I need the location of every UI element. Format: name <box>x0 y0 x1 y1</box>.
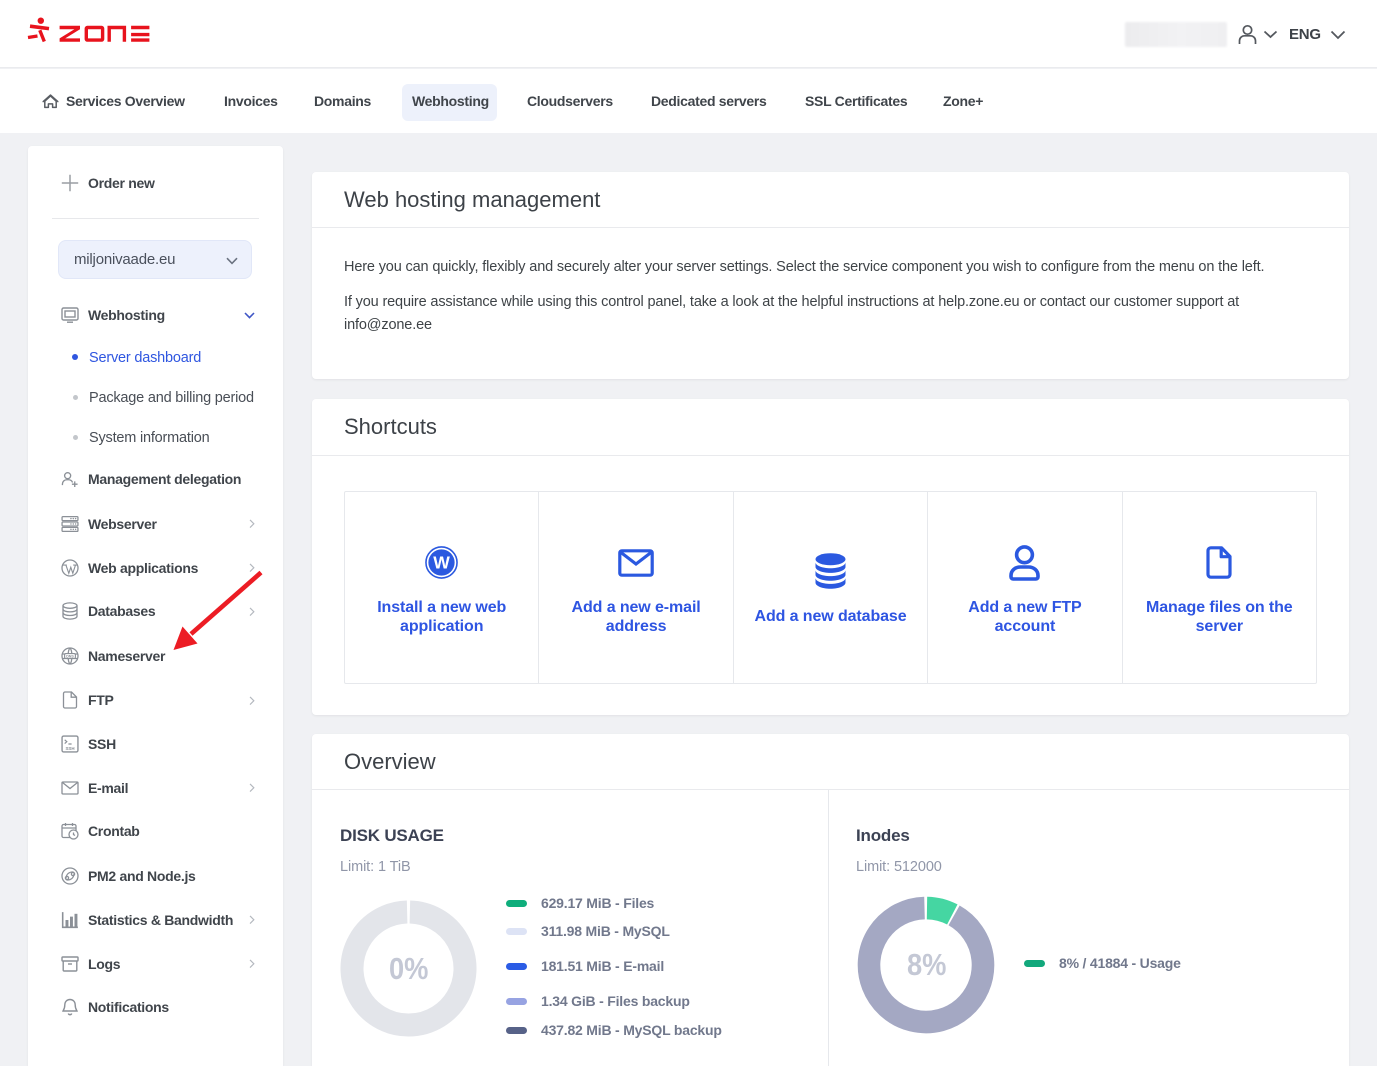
svg-text:DNS: DNS <box>66 654 74 658</box>
svg-text:W: W <box>433 553 450 573</box>
svg-text:SSH: SSH <box>65 745 74 750</box>
